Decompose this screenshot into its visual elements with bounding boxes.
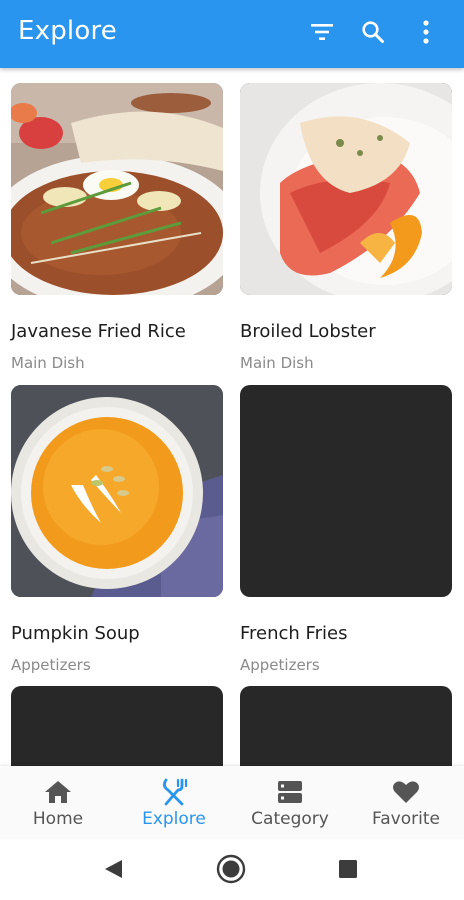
system-recents-button[interactable]: [333, 854, 363, 884]
app-bar: Explore: [0, 0, 464, 68]
back-icon: [105, 860, 122, 878]
recipe-title: Pumpkin Soup: [11, 623, 140, 644]
recipe-category: Main Dish: [240, 354, 314, 372]
recipe-card[interactable]: French Fries Appetizers: [240, 385, 452, 685]
nav-label: Home: [32, 809, 84, 829]
category-icon: [275, 778, 305, 806]
more-vert-icon: [423, 20, 429, 44]
image-placeholder: [240, 385, 452, 597]
recipe-category: Appetizers: [11, 656, 91, 674]
search-icon: [362, 21, 384, 43]
recipe-card[interactable]: [240, 686, 452, 766]
recipe-category: Main Dish: [11, 354, 85, 372]
home-icon: [43, 778, 73, 806]
image-placeholder: [240, 686, 452, 766]
recipe-card[interactable]: [11, 686, 223, 766]
fried-rice-photo: [11, 83, 223, 295]
nav-label: Explore: [142, 809, 206, 829]
recipe-title: French Fries: [240, 623, 348, 644]
recipe-grid: Javanese Fried Rice Main Dish Broiled Lo…: [0, 68, 464, 766]
heart-icon: [391, 778, 421, 806]
nav-item-home[interactable]: Home: [0, 766, 116, 838]
page-title: Explore: [18, 16, 117, 46]
nav-item-favorite[interactable]: Favorite: [348, 766, 464, 838]
recipe-title: Broiled Lobster: [240, 321, 376, 342]
recipe-title: Javanese Fried Rice: [11, 321, 186, 342]
system-nav-bar: [0, 838, 464, 900]
filter-button[interactable]: [306, 16, 338, 48]
nav-item-explore[interactable]: Explore: [116, 766, 232, 838]
nav-item-category[interactable]: Category: [232, 766, 348, 838]
more-options-button[interactable]: [410, 16, 442, 48]
recipe-card[interactable]: Pumpkin Soup Appetizers: [11, 385, 223, 685]
lobster-photo: [240, 83, 452, 295]
pumpkin-soup-photo: [11, 385, 223, 597]
system-home-button[interactable]: [216, 854, 246, 884]
app-screen: Explore Javanese Fried Rice Main Dish Br…: [0, 0, 464, 900]
recipe-card[interactable]: Javanese Fried Rice Main Dish: [11, 83, 223, 383]
recipe-category: Appetizers: [240, 656, 320, 674]
recipe-card[interactable]: Broiled Lobster Main Dish: [240, 83, 452, 383]
filter-icon: [311, 24, 333, 40]
home-circle-icon: [216, 854, 246, 884]
recents-icon: [339, 860, 357, 878]
explore-icon: [159, 778, 189, 806]
nav-label: Category: [251, 809, 329, 829]
search-button[interactable]: [357, 16, 389, 48]
bottom-navigation: Home Explore Category Favorite: [0, 766, 464, 838]
system-back-button[interactable]: [98, 854, 128, 884]
image-placeholder: [11, 686, 223, 766]
nav-label: Favorite: [372, 809, 440, 829]
